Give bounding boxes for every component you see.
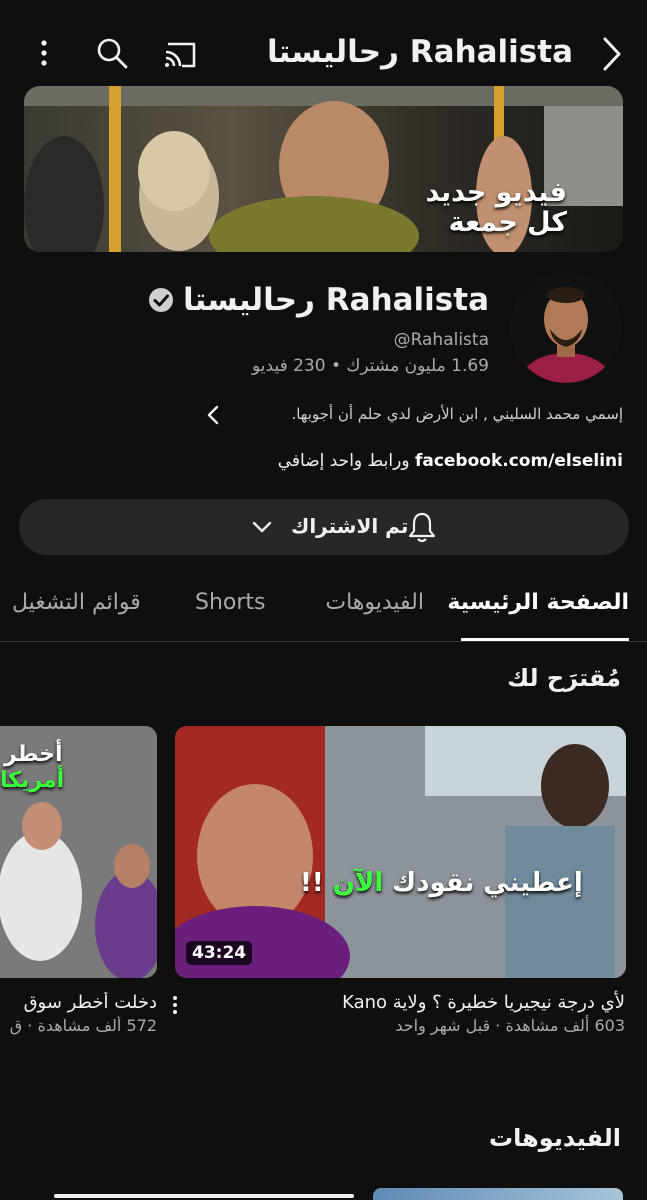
videos-section-title: الفيديوهات — [489, 1124, 621, 1152]
chevron-left-icon — [203, 404, 223, 426]
back-chevron-icon[interactable] — [593, 34, 627, 74]
chevron-down-icon — [250, 517, 274, 537]
video-thumbnail[interactable] — [373, 1188, 623, 1200]
subscribed-button[interactable]: تم الاشتراك — [19, 499, 629, 555]
cast-icon[interactable] — [160, 34, 200, 74]
facebook-link[interactable]: facebook.com/elselini — [415, 451, 623, 471]
recommended-title: مُقترَح لك — [507, 664, 621, 692]
video-title[interactable]: دخلت أخطر سوق — [0, 992, 157, 1013]
channel-title: رحاليستا Rahalista — [267, 34, 573, 70]
thumbnail-caption-1: أخطر — [4, 742, 63, 767]
thumbnail-highlight: الآن — [332, 868, 384, 898]
channel-description[interactable]: إسمي محمد السليني , ابن الأرض لدي حلم أن… — [203, 400, 623, 430]
thumbnail-caption: إعطيني نقودك الآن !! — [300, 868, 583, 898]
channel-handle: @Rahalista — [393, 330, 489, 350]
tab-shorts[interactable]: Shorts — [195, 590, 266, 615]
subscribed-label: تم الاشتراك — [291, 514, 409, 538]
video-more-icon[interactable] — [170, 994, 180, 1016]
channel-stats: 1.69 مليون مشترك • 230 فيديو — [252, 356, 489, 376]
channel-banner: فيديو جديد كل جمعة — [24, 86, 623, 252]
video-meta: 603 ألف مشاهدة · قبل شهر واحد — [395, 1016, 625, 1035]
video-thumbnail[interactable]: أخطر أمريكا — [0, 726, 157, 978]
channel-avatar[interactable] — [510, 271, 622, 383]
channel-tabs: الصفحة الرئيسية الفيديوهات Shorts قوائم … — [0, 578, 647, 642]
search-icon[interactable] — [92, 34, 132, 74]
tab-videos[interactable]: الفيديوهات — [325, 590, 424, 615]
thumbnail-caption-2: أمريكا — [0, 768, 65, 793]
banner-caption: فيديو جديد كل جمعة — [425, 178, 567, 238]
more-vert-icon[interactable] — [24, 34, 64, 74]
channel-name: رحاليستا Rahalista — [183, 282, 489, 318]
banner-text-line2: كل جمعة — [448, 207, 567, 238]
description-text: إسمي محمد السليني , ابن الأرض لدي حلم أن… — [291, 405, 623, 423]
verified-badge-icon — [147, 286, 175, 314]
video-meta: 572 ألف مشاهدة · ق — [9, 1016, 157, 1035]
video-duration: 43:24 — [186, 941, 253, 965]
tab-playlists[interactable]: قوائم التشغيل — [12, 590, 141, 615]
bell-icon — [407, 511, 437, 543]
active-tab-indicator — [461, 638, 629, 641]
channel-links[interactable]: facebook.com/elselini ورابط واحد إضافي — [278, 451, 623, 471]
banner-text-line1: فيديو جديد — [425, 177, 567, 208]
extra-links-text: ورابط واحد إضافي — [277, 451, 410, 471]
video-title[interactable]: لأي درجة نيجيريا خطيرة ؟ ولاية Kano — [342, 992, 625, 1013]
top-bar: رحاليستا Rahalista — [0, 0, 647, 100]
video-title-partial — [24, 1190, 354, 1200]
tab-home[interactable]: الصفحة الرئيسية — [447, 590, 629, 615]
